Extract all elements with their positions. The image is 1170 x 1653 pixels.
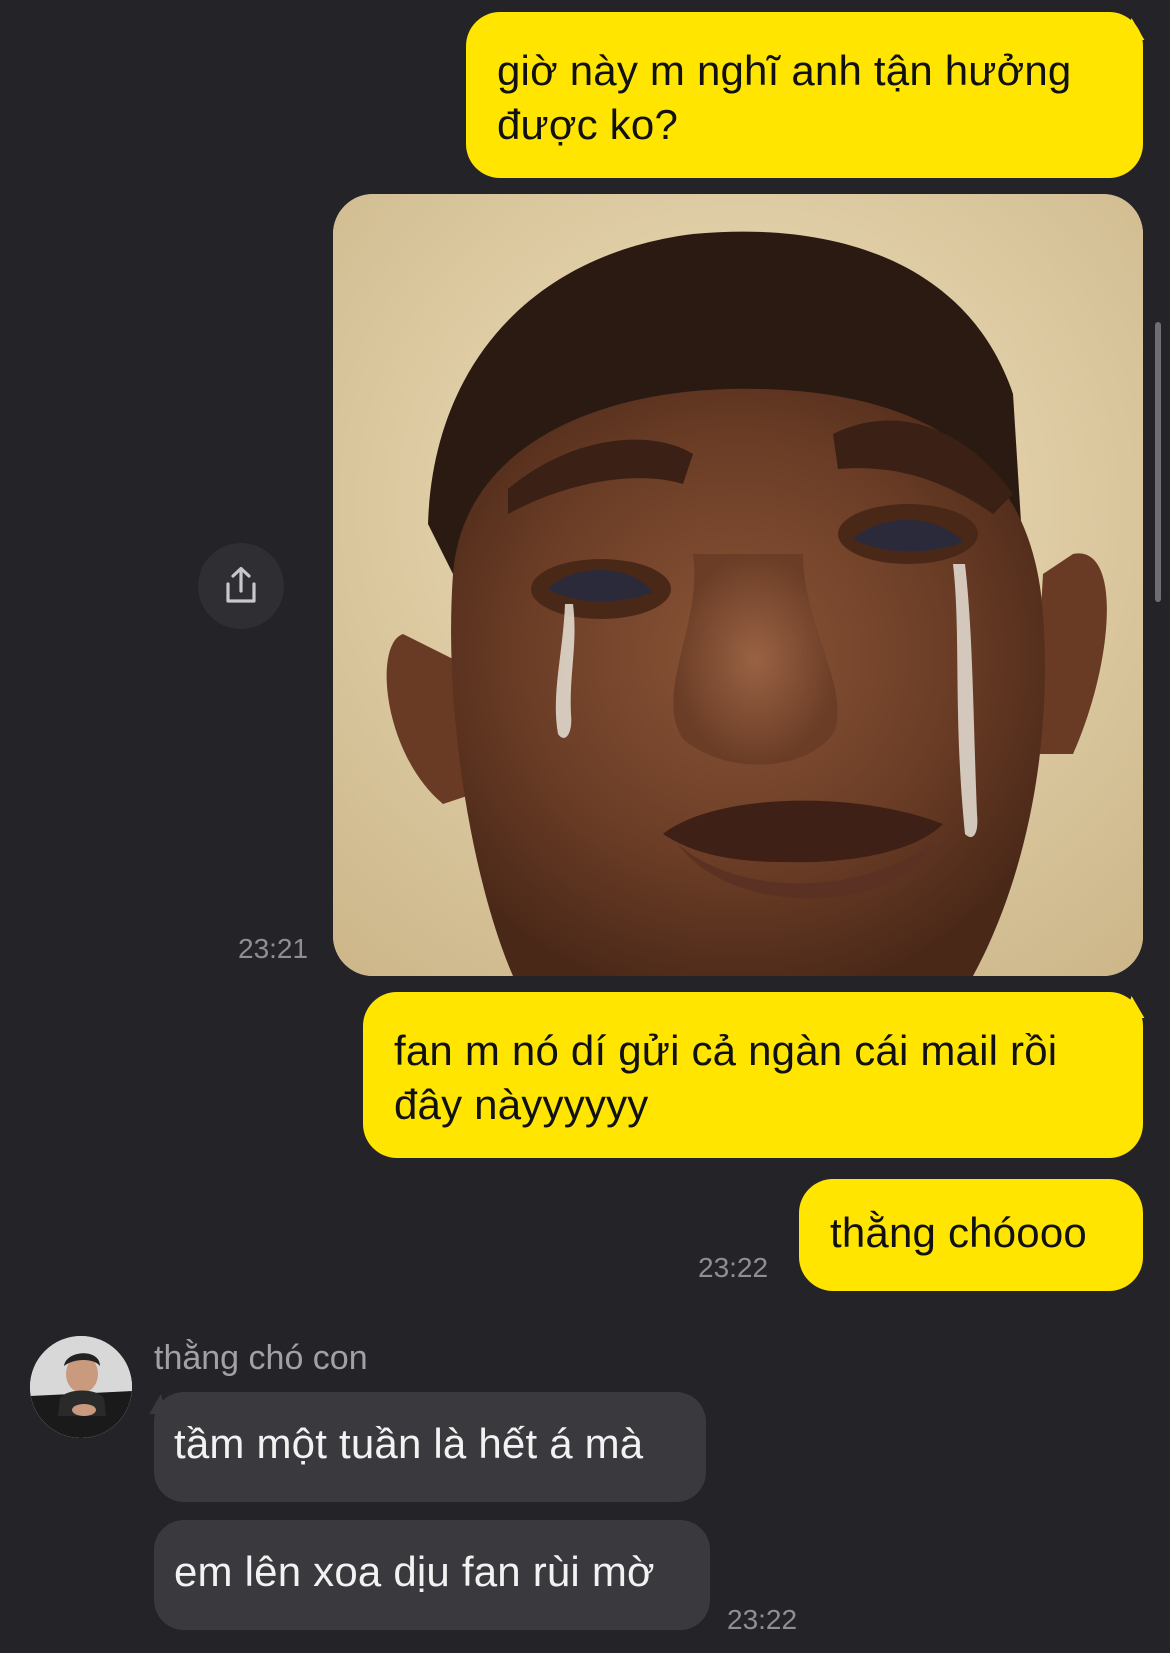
message-text-line: đây nàyyyyyy — [394, 1081, 649, 1128]
share-button[interactable] — [198, 543, 284, 629]
outgoing-message[interactable]: giờ này m nghĩ anh tận hưởng được ko? — [466, 12, 1143, 178]
bubble-tail — [142, 1394, 168, 1414]
scrollbar[interactable] — [1155, 322, 1161, 602]
message-text-line: giờ này m nghĩ anh tận hưởng — [497, 47, 1072, 94]
incoming-message[interactable]: tầm một tuần là hết á mà — [154, 1392, 706, 1502]
message-text: thằng chóooo — [830, 1209, 1087, 1256]
sender-name: thằng chó con — [154, 1339, 368, 1377]
message-text-line: fan m nó dí gửi cả ngàn cái mail rồi — [394, 1027, 1058, 1074]
message-text: tầm một tuần là hết á mà — [174, 1420, 644, 1467]
message-timestamp: 23:21 — [238, 933, 309, 964]
incoming-message[interactable]: em lên xoa dịu fan rùi mờ — [154, 1520, 710, 1630]
share-icon — [226, 566, 256, 603]
avatar[interactable] — [30, 1336, 132, 1438]
outgoing-message[interactable]: fan m nó dí gửi cả ngàn cái mail rồi đây… — [363, 992, 1143, 1158]
chat-screen: giờ này m nghĩ anh tận hưởng được ko? 23… — [0, 0, 1170, 1653]
avatar-image — [30, 1336, 132, 1438]
message-timestamp: 23:22 — [698, 1252, 769, 1283]
message-text-line: được ko? — [497, 101, 679, 148]
image-message[interactable] — [333, 194, 1143, 976]
outgoing-message[interactable]: thằng chóooo — [799, 1179, 1143, 1291]
message-timestamp: 23:22 — [727, 1604, 798, 1635]
crying-man-meme-image — [333, 194, 1143, 976]
message-text: em lên xoa dịu fan rùi mờ — [174, 1548, 655, 1595]
